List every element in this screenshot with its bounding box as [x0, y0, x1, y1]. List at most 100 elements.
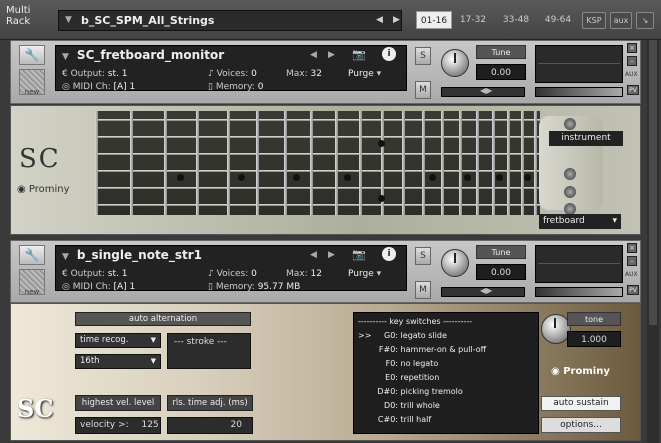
- midi-row[interactable]: ◎ MIDI Ch: [A] 1: [62, 82, 135, 92]
- auto-alternation-button[interactable]: auto alternation: [75, 312, 251, 326]
- fret-marker-dot: [378, 195, 385, 202]
- key-switch-item[interactable]: >> G0: legato slide: [358, 329, 534, 343]
- solo-button[interactable]: S: [415, 47, 431, 65]
- pan-handle-icon[interactable]: ◀▶: [480, 86, 492, 95]
- aux-label[interactable]: AUX: [625, 271, 638, 278]
- pv-button[interactable]: PV: [627, 85, 639, 95]
- view-select[interactable]: fretboard ▾: [539, 214, 621, 229]
- level-meter: [535, 45, 623, 83]
- key-switch-item[interactable]: D0: trill whole: [358, 399, 534, 413]
- pan-handle-icon[interactable]: ◀▶: [480, 286, 492, 295]
- wrench-icon[interactable]: 🔧: [19, 245, 45, 265]
- voices-row: ♪ Voices: 0: [208, 269, 257, 279]
- solo-button[interactable]: S: [415, 247, 431, 265]
- pan-slider[interactable]: ◀▶: [441, 286, 525, 297]
- pan-slider[interactable]: ◀▶: [441, 86, 525, 97]
- string-6: [95, 204, 540, 206]
- voices-value: 0: [251, 69, 257, 79]
- mute-button[interactable]: M: [415, 281, 431, 299]
- max-row[interactable]: Max: 32: [286, 69, 322, 79]
- instrument-label: instrument: [549, 131, 623, 146]
- max-value: 12: [310, 269, 322, 279]
- info-icon[interactable]: i: [382, 47, 396, 61]
- chevron-down-icon[interactable]: ▼: [65, 11, 72, 30]
- info-icon[interactable]: i: [382, 247, 396, 261]
- fret: [359, 111, 362, 215]
- vertical-scrollbar[interactable]: [647, 40, 659, 443]
- fret: [459, 111, 462, 215]
- midi-row[interactable]: ◎ MIDI Ch: [A] 1: [62, 282, 135, 292]
- camera-icon[interactable]: 📷: [352, 48, 366, 61]
- new-icon[interactable]: new: [19, 69, 45, 95]
- chevron-down-icon[interactable]: ▼: [62, 252, 69, 262]
- scrollbar-thumb[interactable]: [649, 40, 657, 325]
- chevron-down-icon[interactable]: ▼: [62, 52, 69, 62]
- velocity-label: velocity >:: [80, 420, 129, 430]
- tab-01-16[interactable]: 01-16: [416, 11, 452, 29]
- tab-49-64[interactable]: 49-64: [539, 11, 577, 29]
- instrument-2-name[interactable]: ▼ b_single_note_str1: [62, 248, 202, 262]
- prominy-brand-text: Prominy: [28, 184, 70, 195]
- output-row[interactable]: € Output: st. 1: [62, 269, 127, 279]
- key-switch-key: E0:: [385, 373, 398, 382]
- rls-time-field[interactable]: 20: [167, 417, 253, 434]
- instrument-2-header: 🔧 new ▼ b_single_note_str1 ◀ ▶ 📷 i € Outp…: [10, 240, 641, 303]
- mute-button[interactable]: M: [415, 81, 431, 99]
- options-button[interactable]: options...: [541, 417, 621, 433]
- tune-value[interactable]: 0.00: [476, 264, 526, 280]
- max-row[interactable]: Max: 12: [286, 269, 322, 279]
- key-switch-item[interactable]: F0: no legato: [358, 357, 534, 371]
- key-switch-item[interactable]: E0: repetition: [358, 371, 534, 385]
- collapse-icon[interactable]: ↘: [636, 12, 654, 29]
- tune-knob[interactable]: [441, 49, 469, 77]
- next-icon[interactable]: ▶: [328, 50, 335, 60]
- wrench-icon[interactable]: 🔧: [19, 45, 45, 65]
- instrument-1-name[interactable]: ▼ SC_fretboard_monitor: [62, 48, 224, 62]
- new-icon[interactable]: new: [19, 269, 45, 295]
- rack-prev-button[interactable]: ◀: [376, 15, 383, 25]
- aux-button[interactable]: aux: [610, 12, 632, 29]
- minimize-icon[interactable]: –: [627, 256, 637, 266]
- tune-value[interactable]: 0.00: [476, 64, 526, 80]
- close-icon[interactable]: ×: [627, 243, 637, 253]
- close-icon[interactable]: ×: [627, 43, 637, 53]
- tab-33-48[interactable]: 33-48: [497, 11, 535, 29]
- tone-value[interactable]: 1.000: [567, 331, 621, 347]
- next-icon[interactable]: ▶: [328, 250, 335, 260]
- string-5: [95, 187, 540, 189]
- key-switch-key: F#0:: [378, 345, 398, 354]
- rack-next-button[interactable]: ▶: [393, 15, 400, 25]
- instrument-2-name-text: b_single_note_str1: [76, 248, 202, 262]
- camera-icon[interactable]: 📷: [352, 248, 366, 261]
- output-label: Output:: [70, 269, 105, 279]
- minimize-icon[interactable]: –: [627, 56, 637, 66]
- purge-label: Purge: [348, 269, 374, 279]
- highest-vel-label: highest vel. level: [75, 395, 161, 411]
- memory-value: 0: [257, 82, 264, 92]
- prev-icon[interactable]: ◀: [310, 50, 317, 60]
- output-row[interactable]: € Output: st. 1: [62, 69, 127, 79]
- ksp-button[interactable]: KSP: [582, 12, 606, 29]
- pv-button[interactable]: PV: [627, 285, 639, 295]
- auto-sustain-button[interactable]: auto sustain: [541, 396, 621, 411]
- rack-name-text: b_SC_SPM_All_Strings: [81, 14, 215, 27]
- purge-menu[interactable]: Purge ▾: [348, 69, 381, 79]
- time-recog-select[interactable]: time recog. ▼: [75, 333, 161, 348]
- tab-17-32[interactable]: 17-32: [455, 11, 491, 29]
- key-switch-item[interactable]: F#0: hammer-on & pull-off: [358, 343, 534, 357]
- key-switch-label: no legato: [400, 359, 439, 368]
- instrument-1-header: 🔧 new ▼ SC_fretboard_monitor ◀ ▶ 📷 i € Ou…: [10, 40, 641, 104]
- rack-name-field[interactable]: ▼ b_SC_SPM_All_Strings: [58, 10, 402, 31]
- prev-icon[interactable]: ◀: [310, 250, 317, 260]
- volume-slider[interactable]: [535, 287, 623, 297]
- key-switch-item[interactable]: C#0: trill half: [358, 413, 534, 427]
- velocity-field[interactable]: velocity >: 125: [75, 417, 161, 434]
- volume-slider[interactable]: [535, 87, 623, 97]
- note-value-select[interactable]: 16th ▼: [75, 354, 161, 369]
- velocity-value: 125: [141, 420, 159, 430]
- purge-menu[interactable]: Purge ▾: [348, 269, 381, 279]
- guitar-neck[interactable]: [95, 111, 540, 215]
- key-switch-item[interactable]: D#0: picking tremolo: [358, 385, 534, 399]
- tune-knob[interactable]: [441, 249, 469, 277]
- aux-label[interactable]: AUX: [625, 71, 638, 78]
